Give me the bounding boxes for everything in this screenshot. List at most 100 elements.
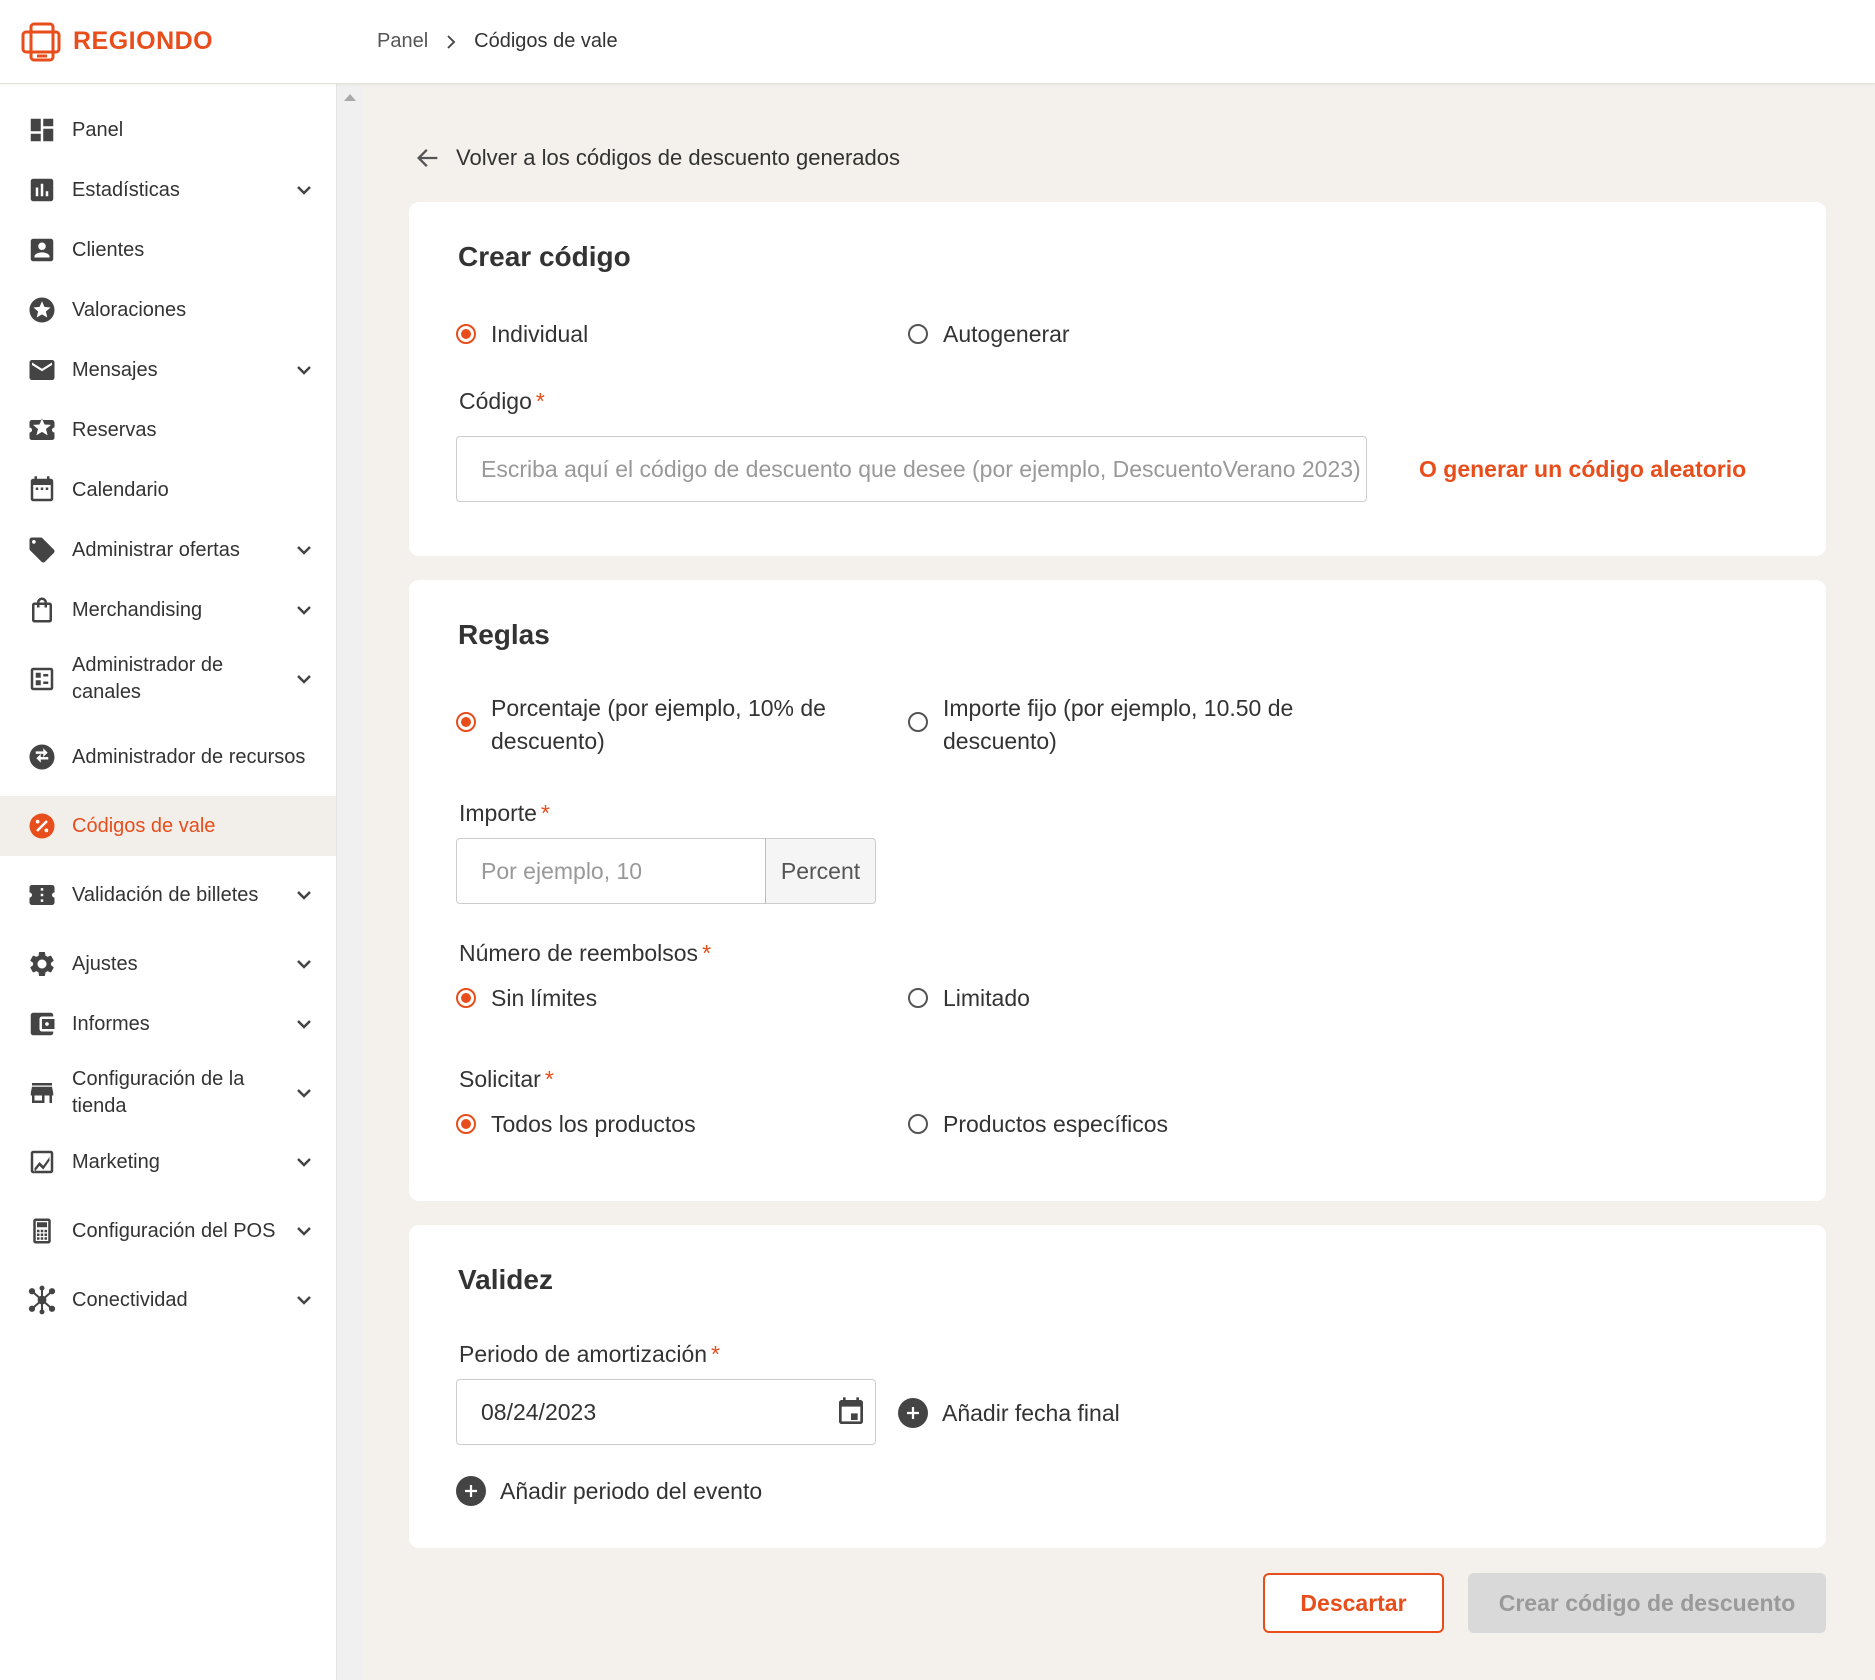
breadcrumb: Panel Códigos de vale <box>377 30 618 53</box>
chevron-down-icon <box>292 598 316 622</box>
rules-title: Reglas <box>458 619 550 650</box>
apply-label-text: Solicitar <box>459 1066 541 1092</box>
sidebar-nav: Panel Estadísticas Clientes Valoraciones… <box>0 84 336 1330</box>
sidebar-item-label: Administrador de canales <box>72 654 224 703</box>
validity-card: Validez Periodo de amortización * 08/24/2… <box>409 1225 1826 1548</box>
required-asterisk: * <box>540 800 550 826</box>
sidebar-item-valoraciones[interactable]: Valoraciones <box>0 280 336 340</box>
sidebar-item-panel[interactable]: Panel <box>0 100 336 160</box>
chevron-down-icon <box>292 952 316 976</box>
create-code-title: Crear código <box>458 241 631 272</box>
sidebar-item-administrador-de-recursos[interactable]: Administrador de recursos <box>0 718 336 796</box>
calendar-icon[interactable] <box>835 1396 867 1428</box>
store-icon <box>26 1077 58 1109</box>
sidebar-scrollbar[interactable] <box>336 84 362 1680</box>
sidebar-item-calendario[interactable]: Calendario <box>0 460 336 520</box>
add-event-period-link[interactable]: Añadir periodo del evento <box>456 1476 762 1506</box>
sidebar-item-label: Administrar ofertas <box>72 538 240 561</box>
sidebar-item-validacion-de-billetes[interactable]: Validación de billetes <box>0 856 336 934</box>
generate-random-code-link[interactable]: O generar un código aleatorio <box>1419 456 1746 483</box>
wallet-icon <box>26 1008 58 1040</box>
main-content: Volver a los códigos de descuento genera… <box>362 84 1875 1680</box>
sidebar-item-conectividad[interactable]: Conectividad <box>0 1270 336 1330</box>
breadcrumb-current: Códigos de vale <box>474 30 618 52</box>
tag-icon <box>26 534 58 566</box>
plus-circle-icon <box>898 1398 928 1428</box>
sidebar-item-codigos-de-vale[interactable]: Códigos de vale <box>0 796 336 856</box>
sidebar-item-label: Calendario <box>72 478 169 501</box>
sidebar-item-label: Validación de billetes <box>72 883 259 906</box>
chevron-down-icon <box>292 667 316 691</box>
sidebar-item-administrador-de-canales[interactable]: Administrador de canales <box>0 640 336 718</box>
radio-percentage[interactable]: Porcentaje (por ejemplo, 10% de descuent… <box>456 692 856 758</box>
radio-all-products[interactable]: Todos los productos <box>456 1108 696 1141</box>
add-event-period-label: Añadir periodo del evento <box>500 1477 763 1504</box>
code-field-label: Código * <box>459 388 545 415</box>
dashboard-icon <box>26 114 58 146</box>
radio-autogenerar[interactable]: Autogenerar <box>908 318 1070 351</box>
radio-limited[interactable]: Limitado <box>908 982 1030 1015</box>
radio-fixed-amount[interactable]: Importe fijo (por ejemplo, 10.50 de desc… <box>908 692 1328 758</box>
chevron-down-icon <box>292 538 316 562</box>
ticket-star-icon <box>26 414 58 446</box>
radio-dot <box>456 1114 476 1134</box>
sidebar-item-marketing[interactable]: Marketing <box>0 1132 336 1192</box>
sidebar-item-merchandising[interactable]: Merchandising <box>0 580 336 640</box>
create-discount-code-button[interactable]: Crear código de descuento <box>1468 1573 1826 1633</box>
radio-label: Todos los productos <box>491 1111 696 1137</box>
sidebar-item-label: Mensajes <box>72 358 158 381</box>
add-end-date-link[interactable]: Añadir fecha final <box>898 1398 1120 1428</box>
back-link-label: Volver a los códigos de descuento genera… <box>456 145 900 170</box>
sidebar-item-label: Códigos de vale <box>72 814 216 837</box>
radio-dot <box>456 988 476 1008</box>
start-date-input[interactable]: 08/24/2023 <box>456 1379 876 1445</box>
radio-unlimited[interactable]: Sin límites <box>456 982 597 1015</box>
chevron-down-icon <box>292 358 316 382</box>
sidebar-item-label: Merchandising <box>72 598 203 621</box>
star-icon <box>26 294 58 326</box>
sidebar-item-administrar-ofertas[interactable]: Administrar ofertas <box>0 520 336 580</box>
amount-label-text: Importe <box>459 800 537 826</box>
sidebar-item-clientes[interactable]: Clientes <box>0 220 336 280</box>
code-label-text: Código <box>459 388 532 414</box>
radio-label: Individual <box>491 321 589 347</box>
sidebar-item-mensajes[interactable]: Mensajes <box>0 340 336 400</box>
calendar-icon <box>26 474 58 506</box>
sidebar-item-label: Reservas <box>72 418 157 441</box>
sidebar-item-label: Marketing <box>72 1150 160 1173</box>
back-link[interactable]: Volver a los códigos de descuento genera… <box>414 144 900 172</box>
sidebar-item-label: Panel <box>72 118 124 141</box>
code-input[interactable]: Escriba aquí el código de descuento que … <box>456 436 1367 502</box>
radio-specific-products[interactable]: Productos específicos <box>908 1108 1168 1141</box>
sidebar-item-configuracion-del-pos[interactable]: Configuración del POS <box>0 1192 336 1270</box>
radio-dot <box>908 712 928 732</box>
logo[interactable]: REGIONDO <box>17 18 362 66</box>
scroll-up-arrow-icon[interactable] <box>344 94 356 101</box>
create-code-card: Crear código Individual Autogenerar Códi… <box>409 202 1826 556</box>
radio-individual[interactable]: Individual <box>456 318 588 351</box>
radio-label: Sin límites <box>491 985 598 1011</box>
sidebar-item-label: Informes <box>72 1012 150 1035</box>
radio-dot <box>908 1114 928 1134</box>
top-header: REGIONDO Panel Códigos de vale <box>0 0 1875 84</box>
sidebar-item-estadisticas[interactable]: Estadísticas <box>0 160 336 220</box>
person-icon <box>26 234 58 266</box>
refunds-label-text: Número de reembolsos <box>459 940 699 966</box>
discard-button[interactable]: Descartar <box>1263 1573 1444 1633</box>
gear-icon <box>26 948 58 980</box>
marketing-icon <box>26 1146 58 1178</box>
chevron-down-icon <box>292 1012 316 1036</box>
sidebar-item-informes[interactable]: Informes <box>0 994 336 1054</box>
amount-input[interactable]: Por ejemplo, 10 <box>456 838 766 904</box>
sidebar-item-configuracion-de-la-tienda[interactable]: Configuración de la tienda <box>0 1054 336 1132</box>
calculator-icon <box>26 1215 58 1247</box>
radio-dot <box>456 324 476 344</box>
sidebar-item-reservas[interactable]: Reservas <box>0 400 336 460</box>
breadcrumb-parent[interactable]: Panel <box>377 30 428 53</box>
code-input-placeholder: Escriba aquí el código de descuento que … <box>481 455 1361 482</box>
chevron-down-icon <box>292 1150 316 1174</box>
radio-label: Limitado <box>943 985 1030 1011</box>
amount-unit-addon: Percent <box>765 838 876 904</box>
sidebar-item-ajustes[interactable]: Ajustes <box>0 934 336 994</box>
shopping-bag-icon <box>26 594 58 626</box>
